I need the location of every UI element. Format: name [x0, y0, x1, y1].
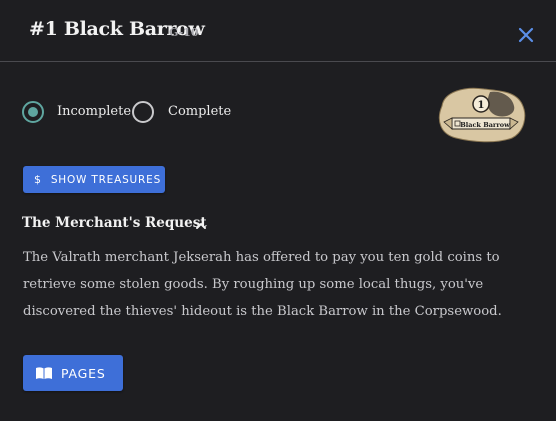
incomplete-label[interactable]: Incomplete	[57, 104, 131, 119]
close-icon[interactable]	[514, 23, 538, 47]
pages-label: PAGES	[61, 365, 106, 381]
scenario-map-thumbnail[interactable]: 1 Black Barrow	[432, 84, 528, 144]
show-treasures-button[interactable]: $ SHOW TREASURES	[23, 166, 165, 193]
complete-radio[interactable]	[132, 101, 154, 123]
chevron-up-icon[interactable]	[194, 218, 208, 232]
incomplete-radio[interactable]	[22, 101, 44, 123]
section-body: The Valrath merchant Jekserah has offere…	[23, 250, 502, 319]
map-label: Black Barrow	[460, 121, 510, 129]
dollar-icon: $	[34, 173, 42, 186]
pages-button[interactable]: PAGES	[23, 355, 123, 391]
map-number: 1	[478, 100, 485, 111]
complete-label[interactable]: Complete	[168, 104, 231, 119]
dialog-header: #1 Black Barrow G-10	[0, 0, 556, 62]
scenario-coordinate: G-10	[169, 26, 199, 39]
show-treasures-label: SHOW TREASURES	[50, 173, 162, 186]
section-title[interactable]: The Merchant's Request	[22, 215, 207, 231]
book-icon	[36, 367, 52, 380]
